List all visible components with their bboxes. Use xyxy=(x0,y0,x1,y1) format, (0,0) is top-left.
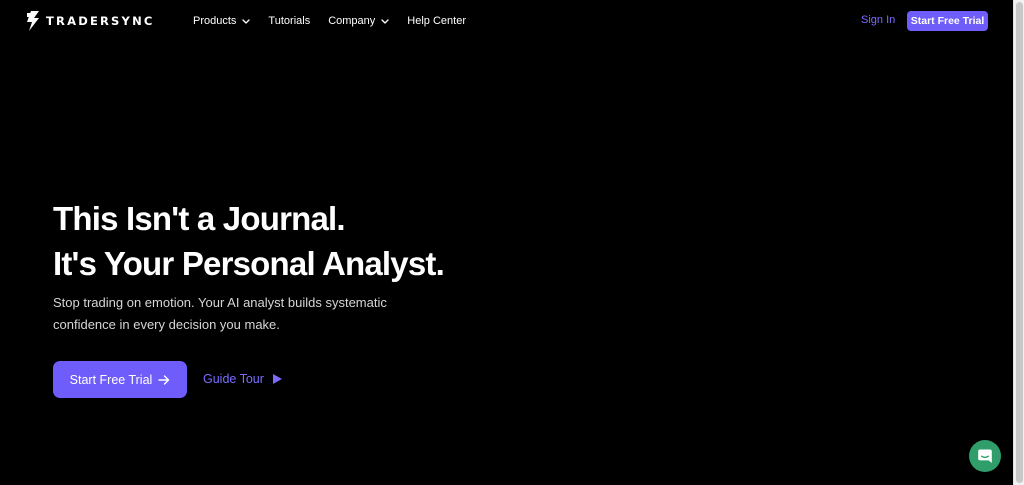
nav-item-help-center[interactable]: Help Center xyxy=(407,15,466,27)
nav-item-company[interactable]: Company xyxy=(328,15,389,27)
nav-item-label: Tutorials xyxy=(268,15,311,27)
tradersync-bolt-logo-icon xyxy=(27,11,39,31)
guide-tour-link[interactable]: Guide Tour xyxy=(203,372,283,386)
chat-widget-button[interactable] xyxy=(969,440,1001,472)
hero-start-free-trial-button[interactable]: Start Free Trial xyxy=(53,361,187,398)
hero-title-line-2: It's Your Personal Analyst. xyxy=(53,245,445,282)
brand-name: TRADERSYNC xyxy=(46,14,155,28)
vertical-scrollbar[interactable] xyxy=(1013,0,1024,485)
nav-item-products[interactable]: Products xyxy=(193,15,251,27)
brand-logo[interactable]: TRADERSYNC xyxy=(26,11,155,31)
sign-in-link[interactable]: Sign In xyxy=(861,14,895,26)
chevron-down-icon xyxy=(381,18,389,24)
nav-start-free-trial-button[interactable]: Start Free Trial xyxy=(907,11,988,31)
chat-bubble-icon xyxy=(978,449,992,463)
hero-subtitle: Stop trading on emotion. Your AI analyst… xyxy=(53,295,387,332)
guide-tour-label: Guide Tour xyxy=(203,372,264,386)
nav-item-tutorials[interactable]: Tutorials xyxy=(268,15,310,27)
nav-item-label: Products xyxy=(193,15,237,27)
play-icon xyxy=(272,374,282,384)
main-nav: Products Tutorials Company Help Center xyxy=(193,14,484,28)
landing-page: TRADERSYNC Products Tutorials Company He… xyxy=(0,0,1013,485)
hero-title: This Isn't a Journal. It's Your Personal… xyxy=(53,196,445,286)
chevron-down-icon xyxy=(242,18,251,24)
hero-cta-label: Start Free Trial xyxy=(69,372,153,387)
arrow-right-icon xyxy=(158,374,170,385)
hero-title-line-1: This Isn't a Journal. xyxy=(53,200,346,237)
scrollbar-thumb[interactable] xyxy=(1016,2,1023,483)
nav-item-label: Company xyxy=(328,15,376,27)
nav-item-label: Help Center xyxy=(407,15,466,27)
